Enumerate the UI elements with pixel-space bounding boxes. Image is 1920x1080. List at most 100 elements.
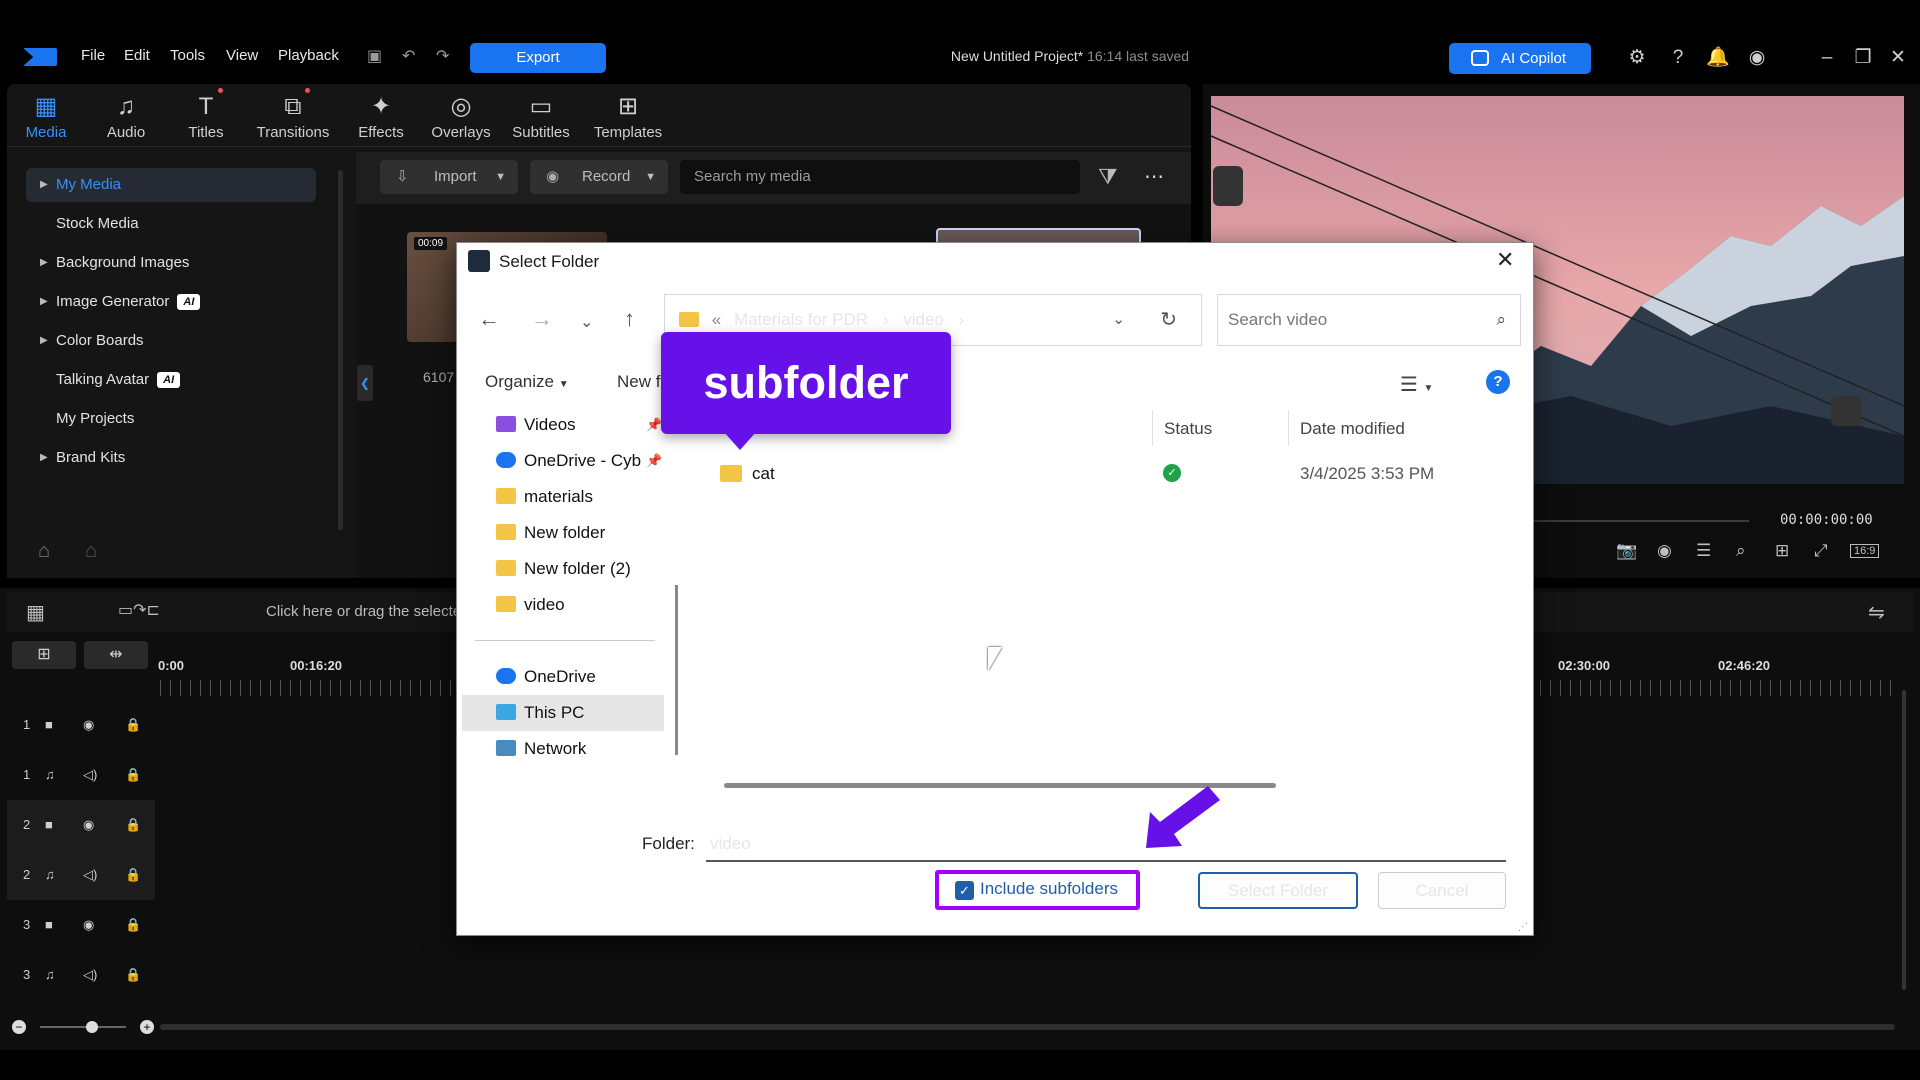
menu-edit[interactable]: Edit: [124, 47, 150, 64]
zoom-slider-thumb[interactable]: [86, 1021, 98, 1033]
more-options-icon[interactable]: ⋯: [1144, 164, 1164, 189]
close-icon[interactable]: ✕: [1496, 247, 1514, 273]
sidebar-item-my-media[interactable]: ▶ My Media: [26, 168, 316, 202]
view-options-icon[interactable]: ☰ ▼: [1400, 372, 1433, 397]
tab-audio[interactable]: ♫ Audio: [86, 92, 166, 141]
sidebar-item-talking-avatar[interactable]: Talking Avatar AI: [26, 363, 316, 397]
zoom-in-icon[interactable]: +: [140, 1020, 154, 1034]
nav-item-video[interactable]: video: [496, 595, 565, 615]
audio-track-header: 1 ♫ ◁) 🔒: [23, 767, 142, 782]
column-header-date[interactable]: Date modified: [1300, 419, 1405, 439]
timeline-vertical-scrollbar[interactable]: [1902, 690, 1906, 990]
cancel-button[interactable]: Cancel: [1378, 872, 1506, 909]
export-button[interactable]: Export: [470, 43, 606, 73]
record-button[interactable]: ◉ Record ▼: [530, 160, 668, 194]
chevron-down-icon[interactable]: ⌄: [1112, 295, 1125, 345]
sidebar-item-color-boards[interactable]: ▶ Color Boards: [26, 324, 316, 358]
tab-effects[interactable]: ✦ Effects: [341, 92, 421, 141]
search-media-input[interactable]: Search my media: [680, 160, 1080, 194]
nav-item-onedrive-cyb[interactable]: OneDrive - Cyb: [496, 451, 641, 471]
undo-icon[interactable]: ↶: [402, 46, 415, 66]
nav-scrollbar[interactable]: [675, 585, 678, 755]
menu-file[interactable]: File: [81, 47, 105, 64]
settings-gear-icon[interactable]: ⚙: [1625, 46, 1649, 70]
file-date: 3/4/2025 3:53 PM: [1300, 464, 1435, 483]
nav-item-onedrive[interactable]: OneDrive: [496, 667, 596, 687]
back-arrow-icon[interactable]: ←: [478, 306, 500, 332]
dialog-search-input[interactable]: Search video ⌕: [1217, 294, 1521, 346]
nav-item-network[interactable]: Network: [496, 739, 586, 759]
render-preview-icon[interactable]: ◉: [1657, 541, 1672, 561]
sidebar-scrollbar[interactable]: [338, 170, 343, 530]
forward-arrow-icon[interactable]: →: [531, 306, 553, 332]
cloud-icon: [496, 668, 516, 684]
edit-tools-icon[interactable]: ▭↷⊏: [118, 600, 160, 620]
lock-icon: 🔒: [125, 967, 142, 982]
zoom-slider[interactable]: [40, 1026, 126, 1028]
tab-templates[interactable]: ⊞ Templates: [588, 92, 668, 141]
nav-item-new-folder-2[interactable]: New folder (2): [496, 559, 631, 579]
notification-bell-icon[interactable]: 🔔: [1706, 46, 1730, 70]
up-arrow-icon[interactable]: ↑: [624, 306, 635, 332]
add-track-button[interactable]: ⊞: [12, 641, 76, 669]
include-subfolders-label[interactable]: Include subfolders: [980, 879, 1118, 899]
tab-media[interactable]: ▦ Media: [6, 92, 86, 141]
timeline-horizontal-scrollbar[interactable]: [160, 1024, 1895, 1030]
nav-item-new-folder[interactable]: New folder: [496, 523, 605, 543]
filter-icon[interactable]: ⧩: [1098, 164, 1118, 190]
aspect-ratio-button[interactable]: 16:9: [1850, 544, 1880, 558]
tab-titles[interactable]: T Titles: [166, 92, 246, 141]
resize-grip-icon[interactable]: ⋰: [1518, 922, 1528, 933]
collapse-sidebar-button[interactable]: ❮: [357, 365, 373, 401]
tab-subtitles[interactable]: ▭ Subtitles: [501, 92, 581, 141]
tab-overlays[interactable]: ◎ Overlays: [421, 92, 501, 141]
menu-view[interactable]: View: [226, 47, 258, 64]
sidebar-item-my-projects[interactable]: My Projects: [26, 402, 316, 436]
ai-copilot-button[interactable]: AI Copilot: [1449, 43, 1591, 74]
nav-item-materials[interactable]: materials: [496, 487, 593, 507]
select-folder-button[interactable]: Select Folder: [1198, 872, 1358, 909]
redo-icon[interactable]: ↷: [436, 46, 449, 66]
minimize-icon[interactable]: –: [1815, 46, 1839, 70]
menu-tools[interactable]: Tools: [170, 47, 205, 64]
split-view-icon[interactable]: ⊞: [1775, 541, 1789, 561]
timeline-settings-icon[interactable]: ⇋: [1868, 600, 1885, 625]
folder-icon: [496, 488, 516, 504]
zoom-icon[interactable]: ⌕: [1736, 541, 1746, 561]
folder-name-input[interactable]: video: [706, 826, 1506, 862]
new-folder-button[interactable]: New f: [617, 372, 660, 392]
display-settings-icon[interactable]: ☰: [1696, 541, 1711, 561]
transitions-new-dot: [305, 88, 310, 93]
file-row-cat[interactable]: cat: [720, 464, 775, 484]
close-app-icon[interactable]: ✕: [1886, 46, 1910, 70]
recent-locations-chevron-icon[interactable]: ⌄: [580, 312, 593, 332]
breadcrumb-item[interactable]: Materials for PDR: [734, 310, 868, 329]
nav-item-videos[interactable]: Videos: [496, 415, 576, 435]
tab-transitions[interactable]: ⧉ Transitions: [253, 92, 333, 141]
fullscreen-icon[interactable]: ⤢: [1814, 541, 1828, 561]
account-icon[interactable]: ◉: [1745, 46, 1769, 70]
menu-playback[interactable]: Playback: [278, 47, 339, 64]
sidebar-item-background-images[interactable]: ▶ Background Images: [26, 246, 316, 280]
help-icon[interactable]: ?: [1666, 46, 1690, 70]
snapshot-camera-icon[interactable]: 📷: [1616, 541, 1637, 561]
include-subfolders-checkbox[interactable]: ✓: [955, 881, 974, 900]
save-icon[interactable]: ▣: [367, 46, 382, 66]
column-header-status[interactable]: Status: [1164, 419, 1212, 439]
track-manager-icon[interactable]: ▦: [26, 600, 45, 625]
breadcrumb-item[interactable]: video: [903, 310, 944, 329]
import-button[interactable]: ⇩ Import ▼: [380, 160, 518, 194]
sidebar-item-brand-kits[interactable]: ▶ Brand Kits: [26, 441, 316, 475]
restore-icon[interactable]: ❐: [1851, 46, 1875, 70]
refresh-icon[interactable]: ↻: [1160, 295, 1177, 345]
nav-item-this-pc[interactable]: This PC: [496, 703, 584, 723]
organize-menu[interactable]: Organize ▼: [485, 372, 569, 392]
sidebar-item-image-generator[interactable]: ▶ Image Generator AI: [26, 285, 316, 319]
zoom-out-icon[interactable]: −: [12, 1020, 26, 1034]
add-tag-icon[interactable]: ⌂: [38, 540, 50, 563]
sidebar-item-stock-media[interactable]: Stock Media: [26, 207, 316, 241]
audio-track-header: 2 ♫ ◁) 🔒: [7, 850, 155, 900]
remove-tag-icon[interactable]: ⌂: [85, 540, 97, 563]
help-icon[interactable]: ?: [1486, 370, 1510, 394]
fit-timeline-button[interactable]: ⇹: [84, 641, 148, 669]
